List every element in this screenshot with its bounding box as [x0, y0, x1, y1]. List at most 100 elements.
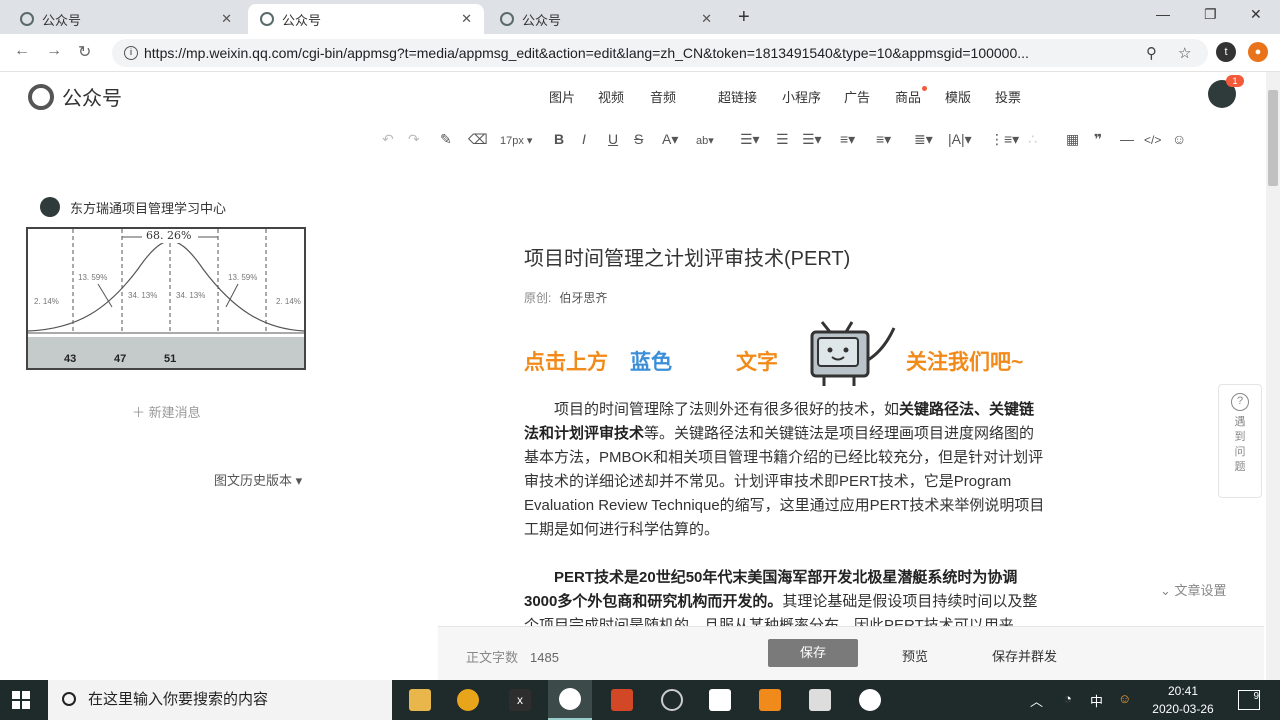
save-and-publish-button[interactable]: 保存并群发 [992, 646, 1057, 665]
menu-image[interactable]: 图片 [549, 87, 575, 106]
menu-goods[interactable]: 商品 [895, 86, 928, 106]
font-size-select[interactable]: 17px ▾ [500, 134, 532, 147]
site-logo[interactable]: 公众号 [28, 82, 122, 111]
window-close-icon[interactable]: ✕ [1250, 6, 1262, 23]
history-versions-dropdown[interactable]: 图文历史版本 ▾ [214, 470, 302, 489]
minimize-icon[interactable]: — [1156, 6, 1170, 22]
paragraph-spacing-icon[interactable]: ≡▾ [876, 131, 891, 148]
quote-icon[interactable]: ❞ [1094, 131, 1102, 148]
strikethrough-icon[interactable]: S [634, 131, 643, 147]
bookmark-star-icon[interactable]: ☆ [1178, 44, 1191, 62]
new-message-label: 新建消息 [148, 405, 201, 420]
article-settings-toggle[interactable]: ⌄ 文章设置 [1160, 580, 1227, 599]
taskbar-app-edge[interactable] [650, 680, 694, 720]
browser-tab[interactable]: 公众号 ✕ [8, 4, 244, 34]
notification-center-icon[interactable]: 9 [1238, 690, 1260, 710]
thumb-pct-top: 68. 26% [146, 229, 192, 242]
zoom-icon[interactable]: ⚲ [1146, 44, 1157, 62]
network-icon[interactable]: ◔ [1064, 691, 1072, 706]
article-settings-label: 文章设置 [1174, 583, 1227, 598]
taskbar-app-player[interactable] [848, 680, 892, 720]
italic-icon[interactable]: I [582, 131, 586, 147]
taskbar-app-chrome[interactable] [446, 680, 490, 720]
more-icon[interactable]: ∴ [1028, 131, 1037, 148]
account-avatar-small [40, 197, 60, 217]
ime-app-icon[interactable]: ☺ [1118, 691, 1131, 706]
letter-spacing-icon[interactable]: |A|▾ [948, 131, 972, 148]
taskbar-app-camtasia[interactable] [698, 680, 742, 720]
menu-hyperlink[interactable]: 超链接 [718, 87, 757, 106]
emoji-icon[interactable]: ☺ [1172, 131, 1186, 147]
scrollbar-thumb[interactable] [1268, 90, 1278, 186]
new-tab-icon[interactable]: + [738, 6, 750, 29]
font-size-value: 17px [500, 135, 524, 147]
help-panel[interactable]: ? 遇到问题 [1218, 384, 1262, 498]
save-button[interactable]: 保存 [768, 639, 858, 667]
site-info-icon[interactable]: i [124, 46, 138, 60]
close-icon[interactable]: ✕ [461, 11, 472, 27]
tv-mascot-icon [810, 321, 896, 386]
thumb-pct-right-mid: 13. 59% [228, 273, 258, 282]
help-text: 遇到问题 [1234, 416, 1246, 473]
format-painter-icon[interactable]: ✎ [440, 131, 452, 148]
taskbar-app-excel[interactable]: x [498, 680, 542, 720]
menu-vote[interactable]: 投票 [995, 87, 1021, 106]
close-icon[interactable]: ✕ [221, 11, 232, 27]
preview-button[interactable]: 预览 [902, 646, 928, 665]
profile-icon[interactable]: ● [1248, 42, 1268, 62]
account-row: 东方瑞通项目管理学习中心 [40, 197, 226, 217]
article-title[interactable]: 项目时间管理之计划评审技术(PERT) [524, 242, 1048, 271]
tab-label: 公众号 [282, 12, 322, 28]
indent-icon[interactable]: ☰▾ [740, 131, 760, 148]
font-color-icon[interactable]: A▾ [662, 131, 678, 148]
excel-icon: x [509, 689, 531, 711]
code-icon[interactable]: </> [1144, 133, 1161, 147]
line-height-icon[interactable]: ≡▾ [840, 131, 855, 148]
article-author[interactable]: 伯牙思齐 [559, 291, 607, 305]
background-color-icon[interactable]: ab▾ [696, 134, 714, 147]
ime-indicator[interactable]: 中 [1090, 691, 1103, 710]
address-bar[interactable]: i https://mp.weixin.qq.com/cgi-bin/appms… [112, 39, 1208, 67]
thumb-axis-label: 47 [114, 353, 127, 365]
article-paragraph[interactable]: 项目的时间管理除了法则外还有很多很好的技术，如关键路径法、关键链法和计划评审技术… [524, 398, 1048, 542]
taskbar-app-capture[interactable] [748, 680, 792, 720]
restore-icon[interactable]: ❐ [1204, 6, 1217, 23]
taskbar-app-powerpoint[interactable] [600, 680, 644, 720]
menu-audio[interactable]: 音频 [650, 87, 676, 106]
taskbar-app-recorder[interactable] [798, 680, 842, 720]
follow-banner: 点击上方 蓝色 文字 关注我们吧~ [524, 320, 1054, 390]
capture-icon [759, 689, 781, 711]
align-center-icon[interactable]: ☰▾ [802, 131, 822, 148]
taskbar-clock[interactable]: 20:41 2020-03-26 [1148, 682, 1218, 718]
redo-icon[interactable]: ↷ [408, 131, 420, 148]
forward-icon[interactable]: → [46, 42, 62, 60]
list-icon[interactable]: ≣▾ [914, 131, 933, 148]
editor-bottom-bar: 正文字数 1485 保存 预览 保存并群发 [438, 626, 1264, 680]
article-cover-thumbnail[interactable]: 68. 26% 13. 59% 13. 59% 34. 13% 34. 13% … [26, 227, 306, 370]
menu-miniprogram[interactable]: 小程序 [782, 87, 821, 106]
menu-template[interactable]: 模版 [945, 87, 971, 106]
browser-tab-active[interactable]: 公众号 ✕ [248, 4, 484, 34]
taskbar-app-explorer[interactable] [398, 680, 442, 720]
menu-ads[interactable]: 广告 [844, 87, 870, 106]
divider-icon[interactable]: — [1120, 131, 1134, 147]
new-message-button[interactable]: ＋ 新建消息 [132, 402, 201, 421]
tray-chevron-icon[interactable]: ︿ [1030, 691, 1043, 710]
clear-format-icon[interactable]: ⌫ [468, 131, 488, 148]
ordered-list-icon[interactable]: ⋮≡▾ [990, 131, 1019, 148]
article-paragraph[interactable]: PERT技术是20世纪50年代末美国海军部开发北极星潜艇系统时为协调3000多个… [524, 566, 1048, 626]
browser-tab[interactable]: 公众号 ✕ [488, 4, 724, 34]
close-icon[interactable]: ✕ [701, 11, 712, 27]
windows-start-icon[interactable] [12, 691, 30, 709]
taskbar-search-input[interactable]: 在这里输入你要搜索的内容 [48, 680, 392, 720]
align-left-icon[interactable]: ☰ [776, 131, 789, 148]
menu-video[interactable]: 视频 [598, 87, 624, 106]
bold-icon[interactable]: B [554, 131, 564, 147]
taskbar-app-wechat[interactable] [548, 680, 592, 720]
reload-icon[interactable]: ↻ [78, 42, 91, 62]
extension-icon[interactable]: t [1216, 42, 1236, 62]
undo-icon[interactable]: ↶ [382, 131, 394, 148]
table-icon[interactable]: ▦ [1066, 131, 1079, 148]
underline-icon[interactable]: U [608, 131, 618, 147]
back-icon[interactable]: ← [14, 42, 30, 60]
